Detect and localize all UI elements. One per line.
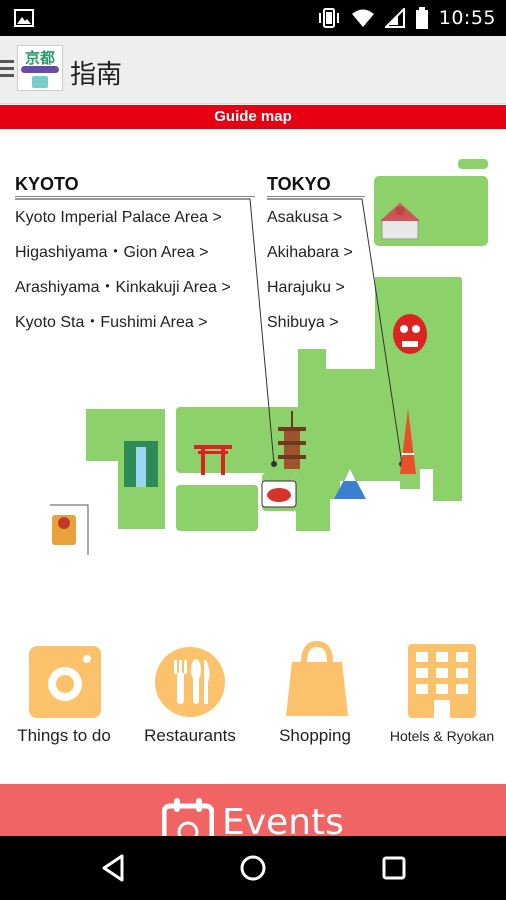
tokyo-link-shibuya[interactable]: Shibuya > — [267, 308, 365, 343]
battery-icon — [415, 7, 428, 29]
hotel-building-icon — [408, 644, 476, 718]
app-logo-text: 京都 — [24, 49, 55, 67]
tokyo-link-akihabara[interactable]: Akihabara > — [267, 238, 365, 273]
kyoto-link-higashiyama[interactable]: Higashiyama・Gion Area > — [15, 238, 255, 273]
map-region-shikoku — [176, 485, 258, 531]
crab-icon — [261, 480, 297, 508]
things-to-do-label: Things to do — [17, 726, 111, 745]
tokyo-heading-rule — [267, 196, 365, 197]
shopping-bag-icon — [286, 640, 348, 716]
status-bar: 10:55 — [0, 0, 506, 36]
events-label: Events — [222, 802, 344, 836]
tokyo-area-list: TOKYO Asakusa > Akihabara > Harajuku > S… — [267, 172, 365, 343]
signal-icon — [384, 8, 405, 28]
gallery-icon — [14, 9, 34, 27]
restaurants-label: Restaurants — [144, 726, 236, 745]
back-icon[interactable] — [96, 850, 132, 886]
app-logo[interactable]: 京都 — [17, 45, 63, 91]
screen: 10:55 京都 指南 Guide map KYOTO Kyoto Imperi… — [0, 0, 506, 900]
kyoto-heading: KYOTO — [15, 174, 79, 194]
tokyo-link-harajuku[interactable]: Harajuku > — [267, 273, 365, 308]
tokyo-link-asakusa[interactable]: Asakusa > — [267, 203, 365, 238]
waterfall-icon — [124, 441, 158, 487]
kyoto-link-imperial-palace[interactable]: Kyoto Imperial Palace Area > — [15, 203, 255, 238]
status-icons: 10:55 — [317, 0, 496, 36]
logo-ribbon — [21, 66, 59, 73]
hotels-ryokan-label: Hotels & Ryokan — [389, 728, 495, 744]
home-icon[interactable] — [235, 850, 271, 886]
kyoto-link-arashiyama[interactable]: Arashiyama・Kinkakuji Area > — [15, 273, 255, 308]
shopping-label: Shopping — [279, 726, 351, 745]
map-region-kansai — [176, 407, 300, 473]
recents-icon[interactable] — [376, 850, 412, 886]
namahage-mask-icon — [393, 314, 427, 354]
tokyo-heading: TOKYO — [267, 174, 331, 194]
logo-mascot — [32, 76, 48, 88]
calendar-icon — [162, 798, 214, 836]
kyoto-area-list: KYOTO Kyoto Imperial Palace Area > Higas… — [15, 172, 255, 343]
app-title: 指南 — [70, 60, 123, 90]
system-nav-bar — [0, 836, 506, 900]
camera-icon — [29, 646, 101, 718]
guide-map-banner: Guide map — [0, 105, 506, 129]
map-island-hokkaido-small — [458, 159, 488, 169]
kyoto-heading-rule — [15, 196, 255, 197]
clock: 10:55 — [438, 7, 496, 29]
hamburger-menu-icon[interactable] — [0, 60, 14, 78]
cutlery-icon — [155, 647, 225, 717]
category-row: Things to do Restaurants Shopping Hotels… — [0, 640, 506, 760]
wifi-icon — [351, 9, 374, 27]
app-bar: 京都 指南 — [0, 36, 506, 104]
vibrate-icon — [318, 8, 339, 28]
kyoto-link-kyoto-station[interactable]: Kyoto Sta・Fushimi Area > — [15, 308, 255, 343]
events-button[interactable]: Events — [0, 784, 506, 836]
